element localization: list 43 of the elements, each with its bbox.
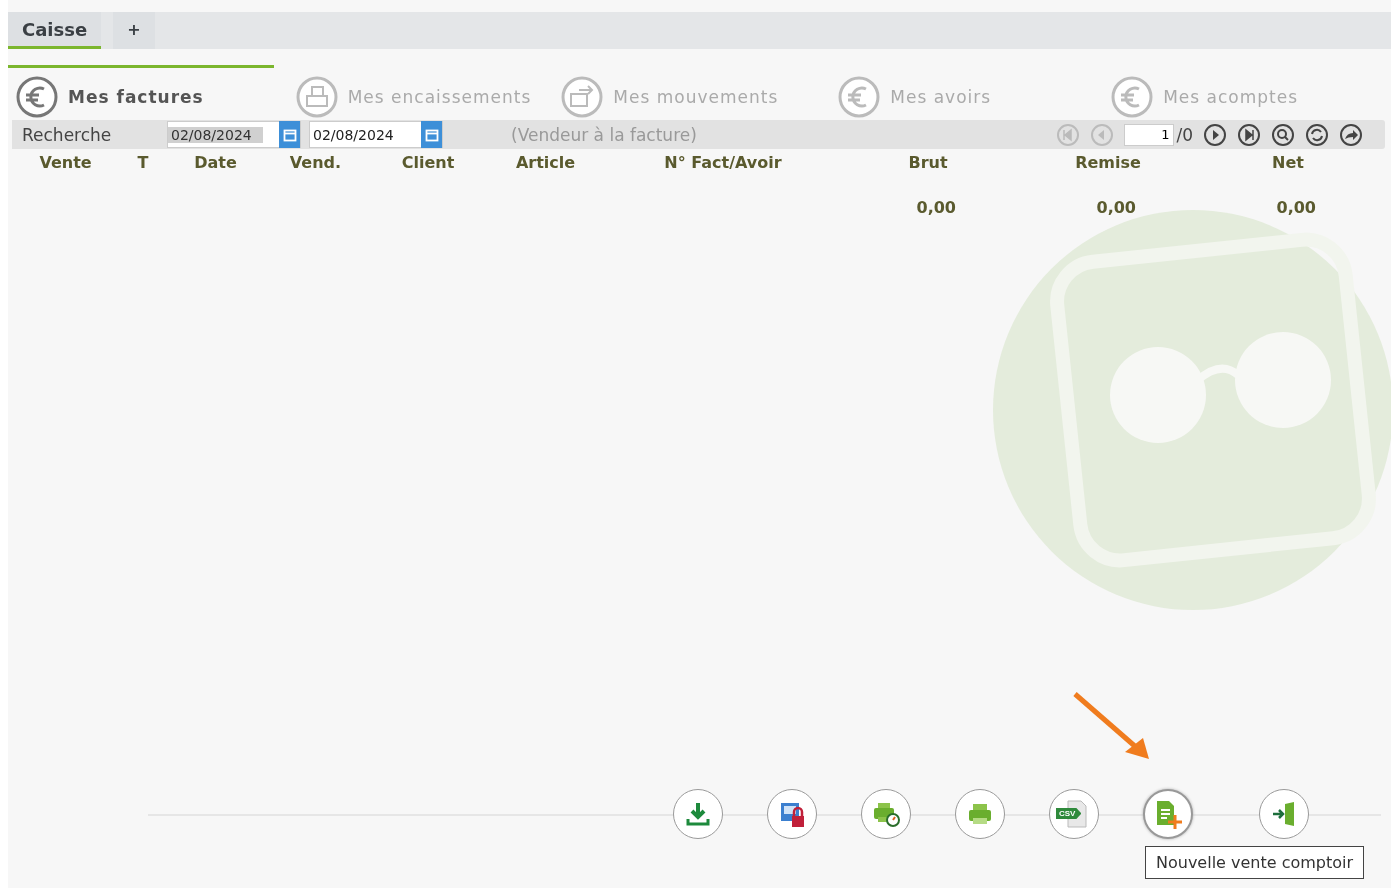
refresh-icon[interactable] — [1305, 122, 1329, 147]
calendar-icon[interactable] — [421, 121, 442, 148]
exit-button[interactable] — [1259, 789, 1309, 839]
next-page-icon[interactable] — [1203, 122, 1227, 147]
cash-register-icon — [295, 76, 338, 118]
euro-icon — [1111, 76, 1154, 118]
column-header[interactable]: Date — [173, 149, 258, 172]
date-field[interactable]: 02/08/2024 — [167, 121, 301, 148]
print-button[interactable] — [955, 789, 1005, 839]
download-icon — [684, 800, 712, 828]
page-total: /0 — [1176, 124, 1193, 145]
tab[interactable]: + — [113, 12, 155, 49]
column-header[interactable]: Vente — [18, 149, 113, 172]
column-header[interactable]: Net — [1198, 149, 1378, 172]
page-field[interactable]: 1 — [1124, 123, 1175, 146]
column-header[interactable]: N° Fact/Avoir — [608, 149, 838, 172]
search-label: Recherche — [22, 124, 113, 145]
column-header[interactable]: Client — [373, 149, 483, 172]
download-button[interactable] — [673, 789, 723, 839]
euro-icon — [16, 76, 58, 118]
transfer-icon — [561, 76, 604, 118]
tooltip: Nouvelle vente comptoir — [1145, 846, 1365, 879]
column-header[interactable]: Vend. — [258, 149, 373, 172]
total-value: 0,00 — [1275, 198, 1317, 217]
column-header[interactable]: Remise — [1018, 149, 1198, 172]
search-icon[interactable] — [1271, 122, 1295, 147]
column-header[interactable]: Article — [483, 149, 608, 172]
total-value: 0,00 — [1095, 198, 1137, 217]
last-page-icon[interactable] — [1237, 122, 1261, 147]
csv-label: CSV — [1056, 808, 1082, 819]
date-field[interactable]: 02/08/2024 — [309, 121, 443, 148]
calendar-icon[interactable] — [279, 121, 300, 148]
forward-icon[interactable] — [1339, 122, 1363, 147]
column-header[interactable]: T — [113, 149, 173, 172]
total-value: 0,00 — [915, 198, 957, 217]
new-document-button[interactable] — [1143, 789, 1193, 839]
scheduled-print-button[interactable] — [861, 789, 911, 839]
tab[interactable]: Caisse — [8, 12, 102, 49]
seller-note: (Vendeur à la facture) — [511, 124, 697, 145]
column-header[interactable]: Brut — [838, 149, 1018, 172]
lock-button[interactable] — [767, 789, 817, 839]
euro-icon — [838, 76, 881, 118]
csv-export-button[interactable]: CSV — [1049, 789, 1099, 839]
